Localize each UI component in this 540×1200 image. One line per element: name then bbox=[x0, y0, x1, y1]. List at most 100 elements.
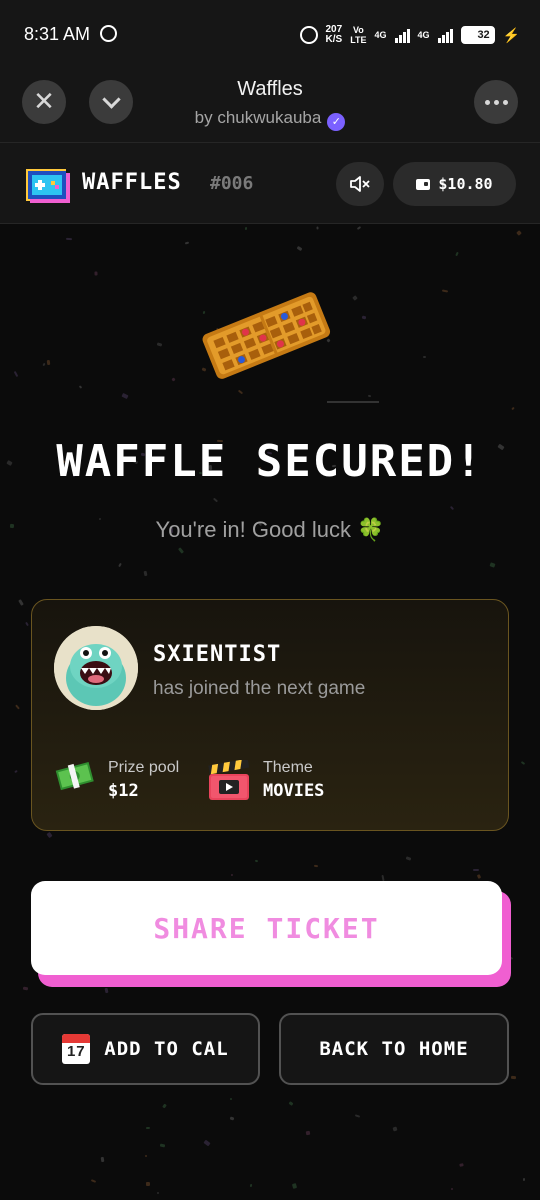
add-to-calendar-button[interactable]: 17 ADD TO CAL bbox=[31, 1013, 260, 1085]
confetti-speck bbox=[423, 356, 426, 358]
add-to-calendar-label: ADD TO CAL bbox=[104, 1038, 229, 1060]
confetti-speck bbox=[184, 241, 190, 245]
confetti-speck bbox=[367, 394, 372, 398]
alarm-icon bbox=[299, 26, 318, 44]
confetti-speck bbox=[405, 856, 412, 861]
confetti-speck bbox=[162, 1103, 167, 1109]
confetti-speck bbox=[78, 385, 83, 389]
confetti-speck bbox=[511, 406, 515, 411]
confetti-speck bbox=[244, 226, 248, 231]
confetti-speck bbox=[156, 1191, 160, 1195]
mini-app-bar: ✕ Waffles by chukwukauba ✓ bbox=[0, 68, 540, 142]
confetti-speck bbox=[104, 987, 109, 994]
confetti-speck bbox=[305, 1130, 311, 1136]
more-button[interactable] bbox=[474, 80, 518, 124]
network-type-2: 4G bbox=[417, 30, 430, 40]
game-number: #006 bbox=[210, 173, 254, 194]
theme-value: MOVIES bbox=[263, 781, 325, 801]
wallet-icon bbox=[416, 178, 431, 190]
joined-text: has joined the next game bbox=[153, 678, 366, 699]
signal-icon-1 bbox=[394, 27, 410, 43]
confetti-speck bbox=[177, 547, 185, 554]
confetti-speck bbox=[145, 1181, 151, 1187]
confetti-speck bbox=[392, 1126, 398, 1132]
confetti-speck bbox=[249, 1183, 253, 1188]
confetti-speck bbox=[288, 1101, 294, 1106]
wallet-balance: $10.80 bbox=[438, 175, 493, 193]
confirmation-subtitle: You're in! Good luck 🍀 bbox=[155, 517, 385, 542]
confetti-speck bbox=[476, 874, 482, 879]
money-icon bbox=[55, 761, 94, 791]
network-speed-unit: K/S bbox=[325, 34, 343, 45]
confetti-speck bbox=[46, 359, 51, 366]
confetti-speck bbox=[25, 621, 29, 627]
confetti-speck bbox=[42, 362, 46, 367]
confetti-speck bbox=[316, 226, 319, 230]
prize-pool-label: Prize pool bbox=[108, 759, 180, 776]
confetti-speck bbox=[455, 251, 459, 257]
confetti-speck bbox=[212, 497, 219, 503]
confetti-speck bbox=[459, 1163, 464, 1167]
volte-bottom: LTE bbox=[350, 35, 367, 45]
verified-icon: ✓ bbox=[327, 113, 346, 131]
confetti-speck bbox=[46, 831, 53, 839]
confetti-speck bbox=[18, 599, 24, 606]
confetti-speck bbox=[296, 245, 303, 252]
prize-pool-value: $12 bbox=[108, 781, 139, 801]
confetti-speck bbox=[354, 1114, 361, 1118]
battery-level: 32 bbox=[477, 29, 490, 41]
status-time: 8:31 AM bbox=[24, 24, 91, 44]
confetti-speck bbox=[203, 1139, 211, 1147]
status-bar: 8:31 AM 207 K/S Vo LTE 4G 4G 32 ⚡ bbox=[0, 0, 540, 68]
wallet-balance-button[interactable]: $10.80 bbox=[393, 162, 516, 206]
mute-icon bbox=[350, 176, 370, 192]
volte-top: Vo bbox=[352, 25, 364, 35]
signal-icon-2 bbox=[437, 27, 453, 43]
confetti-speck bbox=[230, 873, 234, 877]
network-speed: 207 K/S bbox=[326, 25, 343, 45]
whatsapp-icon bbox=[100, 25, 117, 42]
confirmation-headline: WAFFLE SECURED! bbox=[56, 436, 484, 487]
confetti-speck bbox=[121, 392, 129, 400]
confetti-speck bbox=[15, 704, 20, 710]
confetti-speck bbox=[489, 562, 496, 568]
player-username: SXIENTIST bbox=[153, 642, 282, 667]
confetti-speck bbox=[522, 1177, 526, 1182]
confetti-speck bbox=[441, 289, 449, 293]
confetti-speck bbox=[237, 389, 244, 395]
theme-label: Theme bbox=[263, 759, 313, 776]
confetti-speck bbox=[361, 315, 367, 320]
waffles-logo bbox=[26, 169, 70, 203]
confetti-speck bbox=[516, 230, 522, 236]
confetti-speck bbox=[94, 271, 98, 276]
confetti-speck bbox=[254, 859, 259, 863]
confetti-speck bbox=[145, 1126, 151, 1130]
more-icon bbox=[484, 99, 508, 105]
confetti-speck bbox=[229, 1116, 235, 1121]
confetti-speck bbox=[356, 226, 362, 230]
calendar-day: 17 bbox=[66, 1043, 86, 1060]
ticket-card: SXIENTIST has joined the next game Prize… bbox=[31, 599, 509, 831]
confetti-speck bbox=[449, 505, 455, 511]
network-type-1: 4G bbox=[374, 30, 387, 40]
confetti-speck bbox=[171, 377, 176, 382]
confetti-speck bbox=[118, 562, 122, 568]
back-to-home-button[interactable]: BACK TO HOME bbox=[279, 1013, 509, 1085]
confetti-speck bbox=[144, 1154, 148, 1158]
confetti-speck bbox=[13, 370, 19, 378]
confetti-speck bbox=[90, 1179, 97, 1183]
confetti-speck bbox=[450, 1187, 454, 1191]
mute-button[interactable] bbox=[336, 162, 384, 206]
confetti-speck bbox=[520, 761, 526, 765]
app-author: by chukwukauba bbox=[194, 108, 322, 127]
confetti-speck bbox=[14, 769, 18, 774]
confetti-speck bbox=[143, 570, 148, 577]
divider bbox=[327, 401, 379, 403]
avatar bbox=[54, 626, 138, 710]
charging-icon: ⚡ bbox=[502, 26, 520, 43]
confetti-speck bbox=[291, 1183, 298, 1189]
share-ticket-button[interactable]: SHARE TICKET bbox=[31, 881, 502, 975]
battery-icon: 32 bbox=[460, 26, 495, 44]
confetti-speck bbox=[65, 237, 73, 241]
confetti-speck bbox=[159, 1143, 166, 1148]
